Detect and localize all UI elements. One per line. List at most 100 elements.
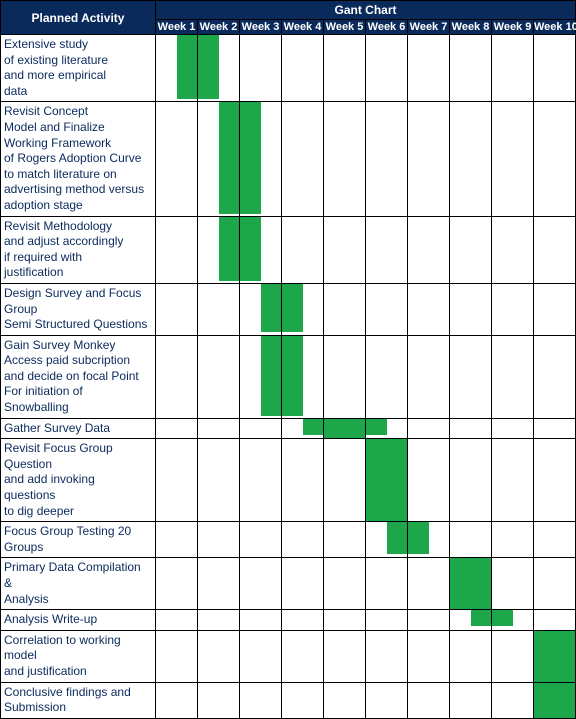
week-cell <box>408 439 450 522</box>
table-row: Design Survey and Focus Group Semi Struc… <box>1 283 576 335</box>
week-cell <box>408 216 450 283</box>
week-cell <box>198 522 240 558</box>
week-cell <box>450 522 492 558</box>
week-cell <box>156 418 198 439</box>
week-cell <box>408 102 450 216</box>
week-cell <box>366 682 408 718</box>
week-cell <box>534 102 576 216</box>
week-cell <box>408 682 450 718</box>
week-cell <box>156 630 198 682</box>
week-cell <box>324 418 366 439</box>
week-cell <box>492 216 534 283</box>
week-cell <box>450 558 492 610</box>
activity-cell: Revisit Focus Group Question and add inv… <box>1 439 156 522</box>
gantt-body: Extensive study of existing literature a… <box>1 35 576 719</box>
week-header-7: Week 7 <box>408 20 450 35</box>
table-row: Gain Survey Monkey Access paid subcripti… <box>1 335 576 418</box>
week-cell <box>324 558 366 610</box>
week-cell <box>492 35 534 102</box>
week-cell <box>534 418 576 439</box>
week-cell <box>492 682 534 718</box>
week-cell <box>408 335 450 418</box>
week-cell <box>450 35 492 102</box>
week-cell <box>366 335 408 418</box>
table-row: Correlation to working model and justifi… <box>1 630 576 682</box>
week-cell <box>282 558 324 610</box>
table-row: Conclusive findings and Submission <box>1 682 576 718</box>
week-cell <box>282 418 324 439</box>
week-cell <box>240 418 282 439</box>
week-cell <box>198 335 240 418</box>
week-cell <box>408 630 450 682</box>
week-cell <box>408 283 450 335</box>
week-header-9: Week 9 <box>492 20 534 35</box>
week-cell <box>534 630 576 682</box>
week-cell <box>324 682 366 718</box>
week-cell <box>366 439 408 522</box>
week-cell <box>240 610 282 631</box>
week-cell <box>156 35 198 102</box>
week-cell <box>492 610 534 631</box>
week-cell <box>198 439 240 522</box>
week-cell <box>408 610 450 631</box>
activity-cell: Extensive study of existing literature a… <box>1 35 156 102</box>
activity-cell: Correlation to working model and justifi… <box>1 630 156 682</box>
table-row: Primary Data Compilation & Analysis <box>1 558 576 610</box>
week-cell <box>198 558 240 610</box>
week-cell <box>240 35 282 102</box>
week-cell <box>366 283 408 335</box>
activity-cell: Revisit Methodology and adjust according… <box>1 216 156 283</box>
activity-cell: Design Survey and Focus Group Semi Struc… <box>1 283 156 335</box>
week-cell <box>366 216 408 283</box>
week-cell <box>492 335 534 418</box>
week-cell <box>450 102 492 216</box>
week-cell <box>282 610 324 631</box>
week-cell <box>156 682 198 718</box>
week-cell <box>450 216 492 283</box>
week-cell <box>282 35 324 102</box>
week-cell <box>324 439 366 522</box>
week-cell <box>156 522 198 558</box>
week-cell <box>156 102 198 216</box>
week-cell <box>240 216 282 283</box>
week-cell <box>240 682 282 718</box>
week-cell <box>492 283 534 335</box>
gantt-chart: Planned Activity Gant Chart Week 1Week 2… <box>0 0 576 719</box>
table-row: Revisit Focus Group Question and add inv… <box>1 439 576 522</box>
week-cell <box>534 439 576 522</box>
week-cell <box>534 610 576 631</box>
week-cell <box>324 522 366 558</box>
table-row: Revisit Concept Model and Finalize Worki… <box>1 102 576 216</box>
week-cell <box>240 102 282 216</box>
activity-cell: Analysis Write-up <box>1 610 156 631</box>
week-cell <box>156 558 198 610</box>
week-cell <box>240 335 282 418</box>
table-row: Focus Group Testing 20 Groups <box>1 522 576 558</box>
week-cell <box>240 558 282 610</box>
week-cell <box>366 558 408 610</box>
week-header-10: Week 10 <box>534 20 576 35</box>
week-cell <box>408 522 450 558</box>
week-cell <box>324 630 366 682</box>
week-cell <box>450 682 492 718</box>
week-cell <box>366 102 408 216</box>
week-header-3: Week 3 <box>240 20 282 35</box>
week-header-5: Week 5 <box>324 20 366 35</box>
week-cell <box>282 439 324 522</box>
week-cell <box>450 630 492 682</box>
activity-cell: Gather Survey Data <box>1 418 156 439</box>
week-cell <box>366 35 408 102</box>
week-header-2: Week 2 <box>198 20 240 35</box>
week-cell <box>492 558 534 610</box>
week-cell <box>450 335 492 418</box>
week-cell <box>366 418 408 439</box>
week-cell <box>282 682 324 718</box>
week-cell <box>534 682 576 718</box>
week-cell <box>198 630 240 682</box>
week-cell <box>198 283 240 335</box>
week-cell <box>366 630 408 682</box>
week-cell <box>198 35 240 102</box>
week-cell <box>240 439 282 522</box>
week-header-8: Week 8 <box>450 20 492 35</box>
week-cell <box>156 335 198 418</box>
